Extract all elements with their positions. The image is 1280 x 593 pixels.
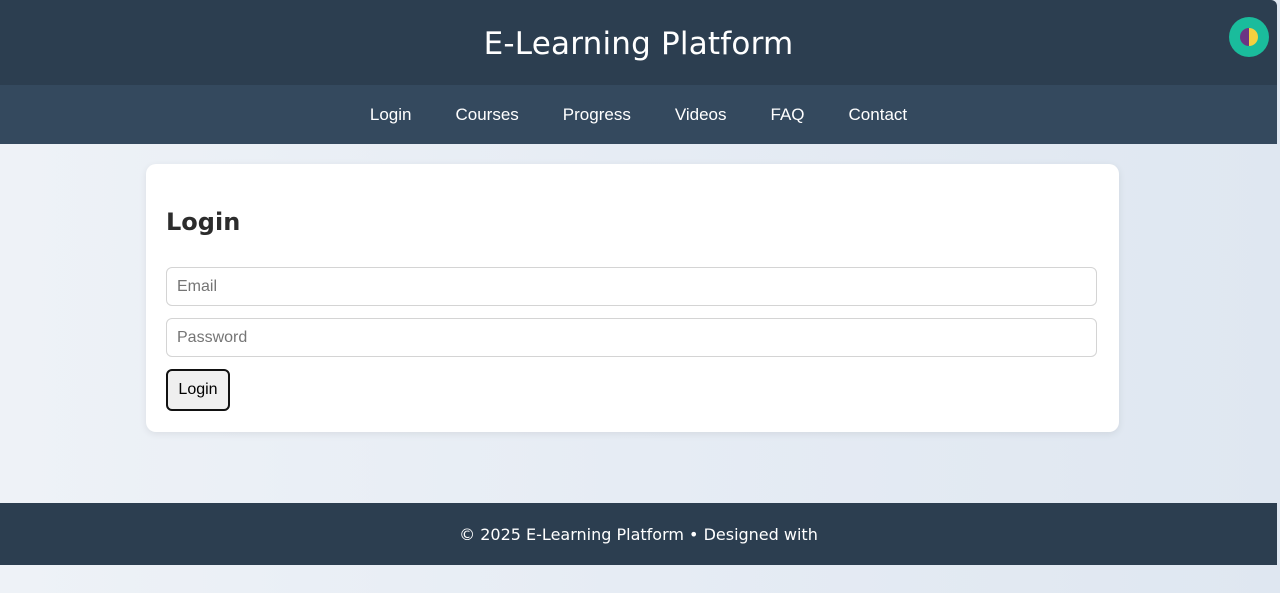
login-submit-button[interactable]: Login [166, 369, 230, 411]
email-input[interactable] [166, 267, 1097, 306]
nav-item-videos[interactable]: Videos [675, 105, 727, 125]
site-title: E-Learning Platform [483, 25, 794, 62]
password-input[interactable] [166, 318, 1097, 357]
site-footer: © 2025 E-Learning Platform • Designed wi… [0, 503, 1277, 565]
login-card: Login Login [146, 164, 1119, 432]
nav-item-contact[interactable]: Contact [849, 105, 908, 125]
main-nav: Login Courses Progress Videos FAQ Contac… [0, 85, 1277, 144]
half-moon-contrast-icon [1240, 28, 1258, 46]
site-header: E-Learning Platform [0, 0, 1277, 85]
nav-item-progress[interactable]: Progress [563, 105, 631, 125]
theme-toggle-button[interactable] [1229, 17, 1269, 57]
nav-item-login[interactable]: Login [370, 105, 412, 125]
nav-item-courses[interactable]: Courses [455, 105, 518, 125]
nav-item-faq[interactable]: FAQ [771, 105, 805, 125]
footer-text: © 2025 E-Learning Platform • Designed wi… [459, 524, 818, 544]
page-frame: E-Learning Platform Login Courses Progre… [0, 0, 1277, 593]
login-heading: Login [166, 208, 241, 236]
